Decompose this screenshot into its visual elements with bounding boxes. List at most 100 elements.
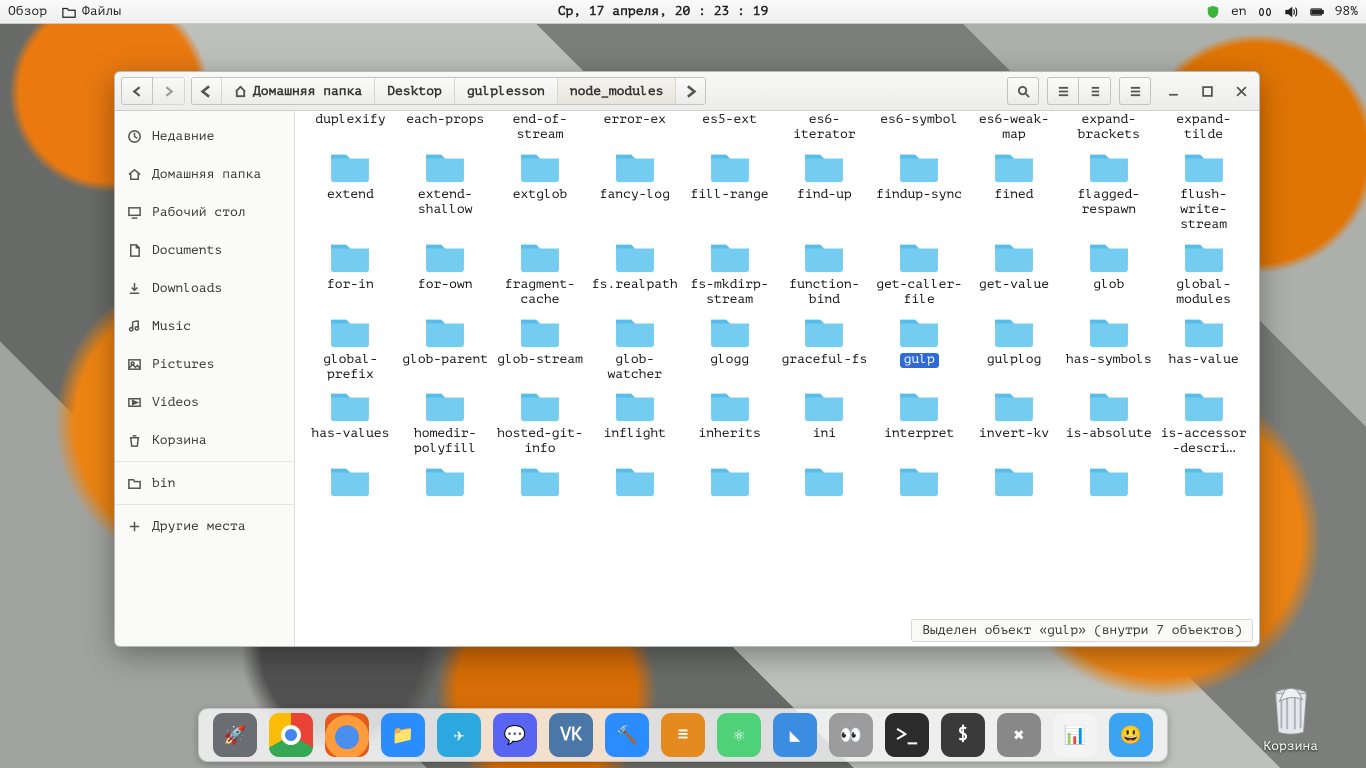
details-view-button[interactable] bbox=[1079, 77, 1111, 105]
dock-app-5[interactable]: 💬 bbox=[493, 713, 537, 757]
folder-item[interactable]: interpret bbox=[872, 386, 967, 459]
forward-button[interactable] bbox=[153, 77, 185, 105]
dock-app-4[interactable]: ✈ bbox=[437, 713, 481, 757]
folder-item[interactable]: fragment-cache bbox=[493, 237, 588, 310]
folder-item[interactable]: expand-tilde bbox=[1156, 111, 1251, 145]
folder-item[interactable]: homedir-polyfill bbox=[398, 386, 493, 459]
breadcrumb-node-modules[interactable]: node_modules bbox=[558, 78, 677, 104]
folder-item[interactable] bbox=[872, 461, 967, 504]
sidebar-item-clock[interactable]: Недавние bbox=[115, 117, 294, 155]
dock-app-10[interactable]: ◣ bbox=[773, 713, 817, 757]
close-button[interactable] bbox=[1229, 77, 1253, 105]
folder-item[interactable]: glob bbox=[1061, 237, 1156, 310]
folder-content[interactable]: duplexifyeach-propsend-of-streamerror-ex… bbox=[295, 111, 1259, 646]
desktop-trash[interactable]: Корзина bbox=[1263, 686, 1318, 754]
folder-item[interactable] bbox=[777, 461, 872, 504]
search-button[interactable] bbox=[1007, 77, 1039, 105]
folder-item[interactable]: global-prefix bbox=[303, 312, 398, 385]
folder-item[interactable]: fined bbox=[967, 147, 1062, 235]
folder-item[interactable] bbox=[682, 461, 777, 504]
sidebar-item-desktop[interactable]: Рабочий стол bbox=[115, 193, 294, 231]
folder-item[interactable]: hosted-git-info bbox=[493, 386, 588, 459]
folder-item[interactable]: ini bbox=[777, 386, 872, 459]
folder-item[interactable]: error-ex bbox=[587, 111, 682, 145]
dock-app-2[interactable] bbox=[325, 713, 369, 757]
app-menu-files[interactable]: Файлы bbox=[61, 4, 121, 20]
dock-app-9[interactable]: ⚛ bbox=[717, 713, 761, 757]
list-view-button[interactable] bbox=[1047, 77, 1079, 105]
keyboard-layout[interactable]: en bbox=[1231, 4, 1247, 19]
sidebar-item-down[interactable]: Downloads bbox=[115, 269, 294, 307]
folder-item[interactable]: has-value bbox=[1156, 312, 1251, 385]
folder-item[interactable]: findup-sync bbox=[872, 147, 967, 235]
folder-item[interactable]: extend bbox=[303, 147, 398, 235]
folder-item[interactable]: each-props bbox=[398, 111, 493, 145]
folder-item[interactable]: fancy-log bbox=[587, 147, 682, 235]
folder-item[interactable]: extglob bbox=[493, 147, 588, 235]
folder-item[interactable]: extend-shallow bbox=[398, 147, 493, 235]
sidebar-item-music[interactable]: Music bbox=[115, 307, 294, 345]
folder-item[interactable]: glob-watcher bbox=[587, 312, 682, 385]
clock[interactable]: Ср, 17 апреля, 20 : 23 : 19 bbox=[121, 4, 1205, 19]
folder-item[interactable] bbox=[1156, 461, 1251, 504]
sidebar-item-bin[interactable]: bin bbox=[115, 464, 294, 502]
folder-item[interactable]: glob-stream bbox=[493, 312, 588, 385]
dock-app-11[interactable]: 👀 bbox=[829, 713, 873, 757]
folder-item[interactable] bbox=[398, 461, 493, 504]
folder-item[interactable]: gulplog bbox=[967, 312, 1062, 385]
sidebar-item-trash[interactable]: Корзина bbox=[115, 421, 294, 459]
folder-item[interactable]: inflight bbox=[587, 386, 682, 459]
folder-item[interactable]: is-absolute bbox=[1061, 386, 1156, 459]
breadcrumb-next[interactable] bbox=[676, 78, 705, 104]
folder-item[interactable]: get-value bbox=[967, 237, 1062, 310]
folder-item[interactable] bbox=[967, 461, 1062, 504]
dock-app-16[interactable]: 😃 bbox=[1109, 713, 1153, 757]
folder-item[interactable]: for-in bbox=[303, 237, 398, 310]
sidebar-item-vid[interactable]: Videos bbox=[115, 383, 294, 421]
dock-app-7[interactable]: 🔨 bbox=[605, 713, 649, 757]
shield-icon[interactable] bbox=[1205, 4, 1221, 20]
folder-item[interactable]: has-values bbox=[303, 386, 398, 459]
folder-item[interactable]: duplexify bbox=[303, 111, 398, 145]
folder-item[interactable]: es6-symbol bbox=[872, 111, 967, 145]
maximize-button[interactable] bbox=[1195, 77, 1219, 105]
folder-item[interactable]: graceful-fs bbox=[777, 312, 872, 385]
sidebar-item-doc[interactable]: Documents bbox=[115, 231, 294, 269]
dock-app-8[interactable]: ≡ bbox=[661, 713, 705, 757]
folder-item[interactable]: invert-kv bbox=[967, 386, 1062, 459]
folder-item[interactable]: for-own bbox=[398, 237, 493, 310]
back-button[interactable] bbox=[121, 77, 153, 105]
folder-item[interactable]: flush-write-stream bbox=[1156, 147, 1251, 235]
folder-item[interactable]: function-bind bbox=[777, 237, 872, 310]
folder-item[interactable]: glob-parent bbox=[398, 312, 493, 385]
hamburger-menu-button[interactable] bbox=[1119, 77, 1151, 105]
folder-item[interactable] bbox=[587, 461, 682, 504]
dock-app-1[interactable] bbox=[269, 713, 313, 757]
folder-item[interactable]: has-symbols bbox=[1061, 312, 1156, 385]
folder-item[interactable]: expand-brackets bbox=[1061, 111, 1156, 145]
folder-item[interactable]: flagged-respawn bbox=[1061, 147, 1156, 235]
folder-item[interactable] bbox=[303, 461, 398, 504]
folder-item[interactable]: global-modules bbox=[1156, 237, 1251, 310]
folder-item[interactable]: end-of-stream bbox=[493, 111, 588, 145]
folder-item[interactable]: glogg bbox=[682, 312, 777, 385]
dock-app-6[interactable]: VK bbox=[549, 713, 593, 757]
folder-item[interactable]: fill-range bbox=[682, 147, 777, 235]
folder-item[interactable]: gulp bbox=[872, 312, 967, 385]
folder-item[interactable]: fs.realpath bbox=[587, 237, 682, 310]
breadcrumb-desktop[interactable]: Desktop bbox=[375, 78, 455, 104]
folder-item[interactable] bbox=[493, 461, 588, 504]
folder-item[interactable]: get-caller-file bbox=[872, 237, 967, 310]
folder-item[interactable]: fs-mkdirp-stream bbox=[682, 237, 777, 310]
folder-item[interactable] bbox=[1061, 461, 1156, 504]
sidebar-item-pic[interactable]: Pictures bbox=[115, 345, 294, 383]
volume-icon[interactable] bbox=[1283, 4, 1299, 20]
dock-app-0[interactable]: 🚀 bbox=[213, 713, 257, 757]
dock-app-15[interactable]: 📊 bbox=[1053, 713, 1097, 757]
dock-app-14[interactable]: ✖ bbox=[997, 713, 1041, 757]
folder-item[interactable]: inherits bbox=[682, 386, 777, 459]
sidebar-item-home[interactable]: Домашняя папка bbox=[115, 155, 294, 193]
breadcrumb-prev[interactable] bbox=[192, 78, 222, 104]
minimize-button[interactable] bbox=[1161, 77, 1185, 105]
dock-app-12[interactable]: >_ bbox=[885, 713, 929, 757]
